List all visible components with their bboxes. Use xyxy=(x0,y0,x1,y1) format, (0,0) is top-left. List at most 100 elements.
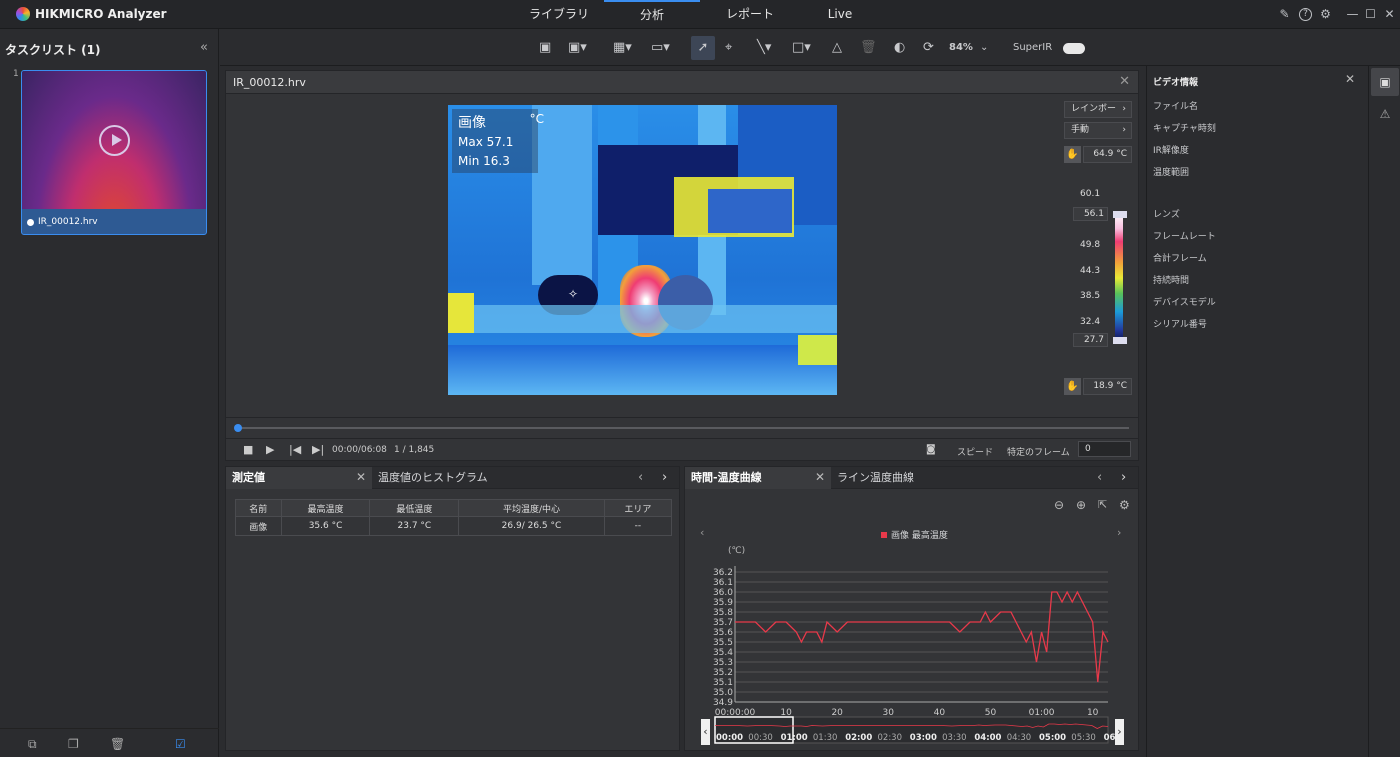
tab-analysis[interactable]: 分析 xyxy=(604,0,700,29)
color-bar[interactable] xyxy=(1115,213,1123,343)
layout-icon[interactable]: ▦▾ xyxy=(613,40,632,56)
tab-measurements[interactable]: 測定値 xyxy=(226,467,372,489)
superir-label: SuperIR xyxy=(1013,42,1053,53)
point-tool-icon[interactable]: ⌖ xyxy=(725,40,732,56)
curve-panel: 時間-温度曲線 ✕ ライン温度曲線 ‹ › ⊖ ⊕ ⇱ ⚙ ‹ › 画像 最高温… xyxy=(684,466,1139,751)
minimize-icon[interactable]: — xyxy=(1346,8,1359,21)
cell-area: -- xyxy=(603,516,673,536)
y-tick-label: 36.1 xyxy=(713,578,733,588)
column-avg[interactable]: 平均温度/中心 xyxy=(458,499,605,517)
goto-frame-input[interactable]: 0 xyxy=(1078,441,1131,457)
delete-tool-icon[interactable]: 🗑 xyxy=(860,40,877,56)
overview-tick-label: 00:30 xyxy=(748,733,773,743)
close-tab-icon[interactable]: ✕ xyxy=(356,470,366,484)
column-max[interactable]: 最高温度 xyxy=(280,499,371,517)
max-temp-field[interactable]: 64.9 °C xyxy=(1083,146,1132,163)
line-tool-icon[interactable]: ╲▾ xyxy=(757,40,771,56)
next-tab-icon[interactable]: › xyxy=(662,470,667,485)
min-temp-field[interactable]: 18.9 °C xyxy=(1083,378,1132,395)
close-viewer-icon[interactable]: ✕ xyxy=(1119,74,1130,89)
trash-icon[interactable]: 🗑 xyxy=(110,737,125,751)
y-tick-label: 35.1 xyxy=(713,678,733,688)
prev-frame-icon[interactable]: |◀ xyxy=(289,443,301,456)
range-mode-button[interactable]: 手動 › xyxy=(1064,122,1132,139)
task-list-title: タスクリスト (1) xyxy=(5,43,101,57)
hand-lock-icon[interactable]: ✋ xyxy=(1064,146,1081,163)
tab-report[interactable]: レポート xyxy=(710,0,790,29)
superir-toggle[interactable] xyxy=(1063,43,1085,54)
contrast-icon[interactable]: ◐ xyxy=(894,40,905,56)
pointer-tool-icon[interactable]: ➚ xyxy=(691,36,715,60)
speed-dropdown[interactable]: スピード xyxy=(957,445,993,458)
cell-name: 画像 xyxy=(235,516,282,536)
image-info-icon[interactable]: ▣ xyxy=(1371,68,1399,96)
task-thumbnail[interactable]: IR_00012.hrv xyxy=(21,70,207,235)
tab-line-temp-curve[interactable]: ライン温度曲線 xyxy=(831,467,914,489)
play-icon[interactable] xyxy=(99,125,130,156)
rotate-icon[interactable]: ⟳ xyxy=(923,40,934,56)
table-row[interactable]: 画像 35.6 °C 23.7 °C 26.9/ 26.5 °C -- xyxy=(235,516,673,536)
info-field-label: 合計フレーム xyxy=(1153,254,1207,264)
close-info-icon[interactable]: ✕ xyxy=(1345,72,1355,86)
maximize-icon[interactable]: ☐ xyxy=(1364,8,1377,21)
progress-handle[interactable] xyxy=(234,424,242,432)
select-all-icon[interactable]: ☑ xyxy=(175,737,186,751)
lower-marker-value[interactable]: 27.7 xyxy=(1073,333,1108,347)
upper-marker-value[interactable]: 56.1 xyxy=(1073,207,1108,221)
progress-track[interactable] xyxy=(236,427,1129,429)
tab-live[interactable]: Live xyxy=(820,0,860,29)
tab-time-temp-curve[interactable]: 時間-温度曲線 xyxy=(685,467,831,489)
hand-lock-icon[interactable]: ✋ xyxy=(1064,378,1081,395)
zoom-level[interactable]: 84% xyxy=(949,40,973,56)
prev-tab-icon[interactable]: ‹ xyxy=(1097,470,1102,485)
overlay-min: Min 16.3 xyxy=(458,154,510,168)
close-tab-icon[interactable]: ✕ xyxy=(815,470,825,484)
column-min[interactable]: 最低温度 xyxy=(369,499,460,517)
goto-frame-label: 特定のフレーム xyxy=(1007,448,1070,458)
save-icon[interactable]: ▣ xyxy=(539,40,551,56)
zoom-dropdown-icon[interactable]: ⌄ xyxy=(980,40,988,56)
polygon-tool-icon[interactable]: △ xyxy=(832,40,842,56)
ir-video-viewer: IR_00012.hrv ✕ 画像 °C Max 57.1 Min 16.3 ✧ xyxy=(225,70,1139,461)
overview-tick-label: 04:30 xyxy=(1007,733,1031,743)
lower-slider-handle[interactable] xyxy=(1113,337,1127,344)
import-icon[interactable]: ⧉ xyxy=(28,737,37,752)
tab-library[interactable]: ライブラリ xyxy=(522,0,596,29)
prev-tab-icon[interactable]: ‹ xyxy=(638,470,643,485)
upper-slider-handle[interactable] xyxy=(1113,211,1127,218)
play-button-icon[interactable]: ▶ xyxy=(266,443,274,456)
palette-button[interactable]: レインボー › xyxy=(1064,101,1132,118)
app-logo-icon xyxy=(16,7,30,21)
right-rail: ▣ ⚠ xyxy=(1368,66,1400,757)
close-icon[interactable]: ✕ xyxy=(1383,8,1396,21)
column-area[interactable]: エリア xyxy=(603,499,673,517)
tab-histogram[interactable]: 温度値のヒストグラム xyxy=(372,467,488,489)
scale-tick: 32.4 xyxy=(1080,317,1101,327)
help-icon[interactable]: ? xyxy=(1299,8,1312,21)
info-field-label: シリアル番号 xyxy=(1153,320,1207,330)
save-as-icon[interactable]: ▣▾ xyxy=(568,40,587,56)
overview-prev-icon[interactable]: ‹ xyxy=(701,719,710,745)
copy-icon[interactable]: ❐ xyxy=(68,737,79,751)
window-icon[interactable]: ▭▾ xyxy=(651,40,670,56)
info-field-label: デバイスモデル xyxy=(1153,298,1216,308)
column-name[interactable]: 名前 xyxy=(235,499,282,517)
center-crosshair-icon: ✧ xyxy=(568,287,579,301)
next-frame-icon[interactable]: ▶| xyxy=(312,443,324,456)
y-tick-label: 35.8 xyxy=(713,608,733,618)
rectangle-tool-icon[interactable]: □▾ xyxy=(792,40,811,56)
alert-icon[interactable]: ⚠ xyxy=(1371,100,1399,128)
temperature-scale: レインボー › 手動 › 64.9 °C ✋ 60.1 56.1 49.8 44.3… xyxy=(1064,101,1133,404)
measurement-panel: 測定値 ✕ 温度値のヒストグラム ‹ › 名前 最高温度 最低温度 平均温度/中… xyxy=(225,466,680,751)
feedback-icon[interactable]: ✎ xyxy=(1278,8,1291,21)
collapse-sidebar-icon[interactable]: « xyxy=(200,40,208,55)
snapshot-icon[interactable]: ◙ xyxy=(926,444,936,455)
settings-icon[interactable]: ⚙ xyxy=(1319,8,1332,21)
time-temperature-chart[interactable]: (℃)36.236.136.035.935.835.735.635.535.43… xyxy=(685,497,1138,747)
thermal-image[interactable]: 画像 °C Max 57.1 Min 16.3 ✧ xyxy=(448,105,837,395)
next-tab-icon[interactable]: › xyxy=(1121,470,1126,485)
overview-next-icon[interactable]: › xyxy=(1115,719,1124,745)
info-field-label: 温度範囲 xyxy=(1153,168,1190,178)
y-unit-label: (℃) xyxy=(728,546,745,556)
stop-icon[interactable]: ■ xyxy=(243,443,253,456)
